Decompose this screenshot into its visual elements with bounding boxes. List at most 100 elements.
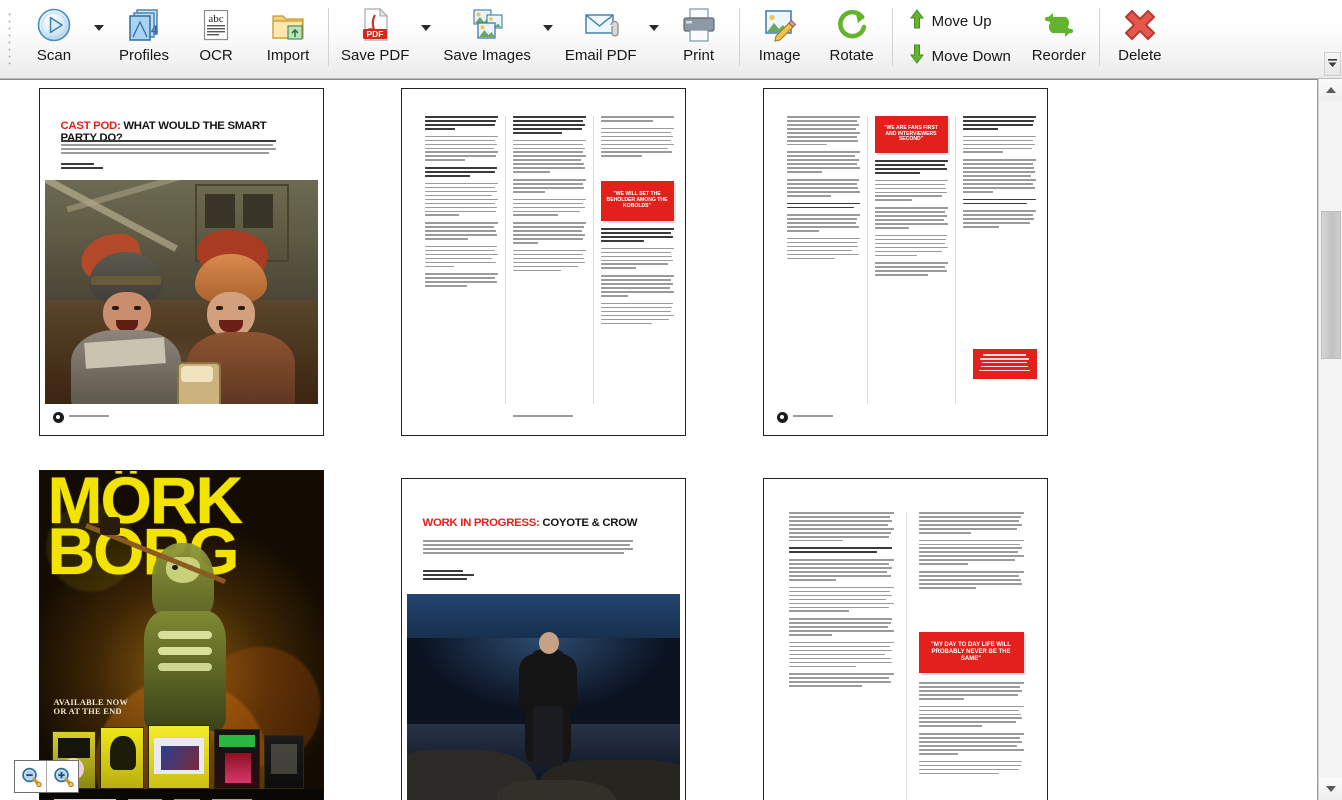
save-images-dropdown-arrow[interactable]: [539, 0, 557, 78]
page-6-pullquote-text: "MY DAY TO DAY LIFE WILL PROBABLY NEVER …: [923, 642, 1020, 663]
zoom-controls: [14, 760, 79, 793]
svg-text:4: 4: [151, 23, 158, 37]
print-button[interactable]: Print: [663, 0, 735, 78]
toolbar-group-order: Move Up Move Down Reorder: [897, 0, 1095, 78]
delete-x-icon: [1118, 5, 1162, 45]
thumbnail-work-area: CAST POD: WHAT WOULD THE SMART PARTY DO?: [0, 79, 1342, 800]
chevron-down-icon: [543, 25, 553, 31]
import-button[interactable]: Import: [252, 0, 324, 78]
page-3-pullquote: "WE ARE FANS FIRST AND INTERVIEWERS SECO…: [875, 116, 948, 153]
image-button-label: Image: [759, 47, 801, 64]
page-thumbnail-4[interactable]: MÖRK BORG: [39, 470, 324, 800]
thumbnail-row-1: CAST POD: WHAT WOULD THE SMART PARTY DO?: [0, 80, 1318, 436]
save-pdf-dropdown-arrow[interactable]: [417, 0, 435, 78]
toolbar-separator-4: [1099, 8, 1100, 66]
page-5-content: WORK IN PROGRESS: COYOTE & CROW: [407, 484, 680, 800]
toolbar-separator-1: [328, 8, 329, 66]
scan-play-icon: [32, 5, 76, 45]
page-3-callout-box: To listen to the latest shows subscribe …: [973, 349, 1037, 379]
page-cell-4: MÖRK BORG: [0, 470, 362, 800]
move-up-label: Move Up: [932, 13, 992, 30]
page-3-content: "WE ARE FANS FIRST AND INTERVIEWERS SECO…: [769, 94, 1042, 430]
page-2-column-3-lower: [601, 228, 674, 326]
page-3-column-1: [787, 116, 860, 262]
reorder-icon: [1037, 5, 1081, 45]
email-pdf-button-group: Email PDF: [557, 0, 663, 78]
move-up-button[interactable]: Move Up: [903, 5, 1017, 38]
toolbar-group-edit: Image Rotate: [744, 0, 888, 78]
scrollbar-track[interactable]: [1319, 101, 1342, 778]
chevron-down-icon: [1326, 786, 1336, 792]
email-pdf-dropdown-arrow[interactable]: [645, 0, 663, 78]
page-thumbnail-2[interactable]: "WE WILL SET THE BEHOLDER AMONG THE KOBO…: [401, 88, 686, 436]
page-3-column-3: [963, 116, 1036, 234]
publisher-logo-icon: [53, 412, 64, 423]
page-1-standfirst: [61, 140, 276, 156]
scrollbar-thumb[interactable]: [1321, 211, 1341, 359]
rotate-button[interactable]: Rotate: [816, 0, 888, 78]
page-thumbnail-1[interactable]: CAST POD: WHAT WOULD THE SMART PARTY DO?: [39, 88, 324, 436]
reorder-button[interactable]: Reorder: [1023, 0, 1095, 78]
page-2-footer-text: [513, 415, 573, 419]
main-toolbar: Scan 4 Profiles abc: [0, 0, 1342, 79]
page-thumbnail-grid[interactable]: CAST POD: WHAT WOULD THE SMART PARTY DO?: [0, 80, 1318, 800]
page-cell-5: WORK IN PROGRESS: COYOTE & CROW: [362, 470, 724, 800]
publisher-logo-icon: [777, 412, 788, 423]
page-5-headline-red: WORK IN PROGRESS:: [423, 517, 540, 529]
scan-button-group: Scan: [18, 0, 108, 78]
page-6-pullquote: "MY DAY TO DAY LIFE WILL PROBABLY NEVER …: [919, 632, 1024, 673]
reorder-button-label: Reorder: [1032, 47, 1086, 64]
page-1-credits: [61, 163, 121, 171]
zoom-out-magnifier-icon: [20, 766, 42, 788]
toolbar-overflow-button[interactable]: [1324, 52, 1341, 76]
email-pdf-button[interactable]: Email PDF: [557, 0, 645, 78]
page-6-content: "MY DAY TO DAY LIFE WILL PROBABLY NEVER …: [769, 484, 1042, 800]
toolbar-overflow-icon: [1327, 58, 1338, 70]
page-cell-2: "WE WILL SET THE BEHOLDER AMONG THE KOBO…: [362, 80, 724, 436]
grip-dots-icon: [8, 11, 11, 67]
profiles-button[interactable]: 4 Profiles: [108, 0, 180, 78]
save-images-button[interactable]: Save Images: [435, 0, 539, 78]
scan-dropdown-arrow[interactable]: [90, 0, 108, 78]
profiles-icon: 4: [122, 5, 166, 45]
page-thumbnail-3[interactable]: "WE ARE FANS FIRST AND INTERVIEWERS SECO…: [763, 88, 1048, 436]
mork-borg-tagline-line2: OR AT THE END: [54, 708, 129, 717]
save-pdf-button-group: PDF Save PDF: [333, 0, 435, 78]
page-1-hero-image: [45, 180, 318, 406]
toolbar-group-capture: Scan 4 Profiles abc: [18, 0, 324, 78]
product-cult-feretory: [100, 727, 144, 789]
svg-text:PDF: PDF: [367, 29, 384, 39]
image-button[interactable]: Image: [744, 0, 816, 78]
import-button-label: Import: [267, 47, 310, 64]
toolbar-drag-grip[interactable]: [0, 0, 18, 78]
save-pdf-button[interactable]: PDF Save PDF: [333, 0, 417, 78]
chevron-down-icon: [94, 25, 104, 31]
ocr-button[interactable]: abc OCR: [180, 0, 252, 78]
scan-button[interactable]: Scan: [18, 0, 90, 78]
zoom-in-button[interactable]: [46, 761, 78, 792]
delete-button[interactable]: Delete: [1104, 0, 1176, 78]
scroll-down-button[interactable]: [1319, 778, 1342, 800]
print-button-label: Print: [683, 47, 714, 64]
email-envelope-icon: [579, 5, 623, 45]
page-thumbnail-5[interactable]: WORK IN PROGRESS: COYOTE & CROW: [401, 478, 686, 800]
pdf-file-icon: PDF: [353, 5, 397, 45]
page-cell-1: CAST POD: WHAT WOULD THE SMART PARTY DO?: [0, 80, 362, 436]
zoom-out-button[interactable]: [15, 761, 46, 792]
zoom-in-magnifier-icon: [52, 766, 74, 788]
images-icon: [465, 5, 509, 45]
page-5-photo: [407, 594, 680, 800]
page-5-headline: WORK IN PROGRESS: COYOTE & CROW: [423, 518, 666, 530]
save-images-button-group: Save Images: [435, 0, 557, 78]
page-2-column-1: [425, 116, 498, 289]
page-1-footer-text: [69, 415, 109, 419]
import-folder-icon: [266, 5, 310, 45]
page-cell-6: "MY DAY TO DAY LIFE WILL PROBABLY NEVER …: [724, 470, 1086, 800]
move-down-label: Move Down: [932, 48, 1011, 65]
page-thumbnail-6[interactable]: "MY DAY TO DAY LIFE WILL PROBABLY NEVER …: [763, 478, 1048, 800]
move-down-button[interactable]: Move Down: [903, 40, 1017, 73]
scroll-up-button[interactable]: [1319, 79, 1342, 101]
page-2-pullquote: "WE WILL SET THE BEHOLDER AMONG THE KOBO…: [601, 181, 674, 221]
chevron-up-icon: [1326, 87, 1336, 93]
vertical-scrollbar[interactable]: [1318, 79, 1342, 800]
